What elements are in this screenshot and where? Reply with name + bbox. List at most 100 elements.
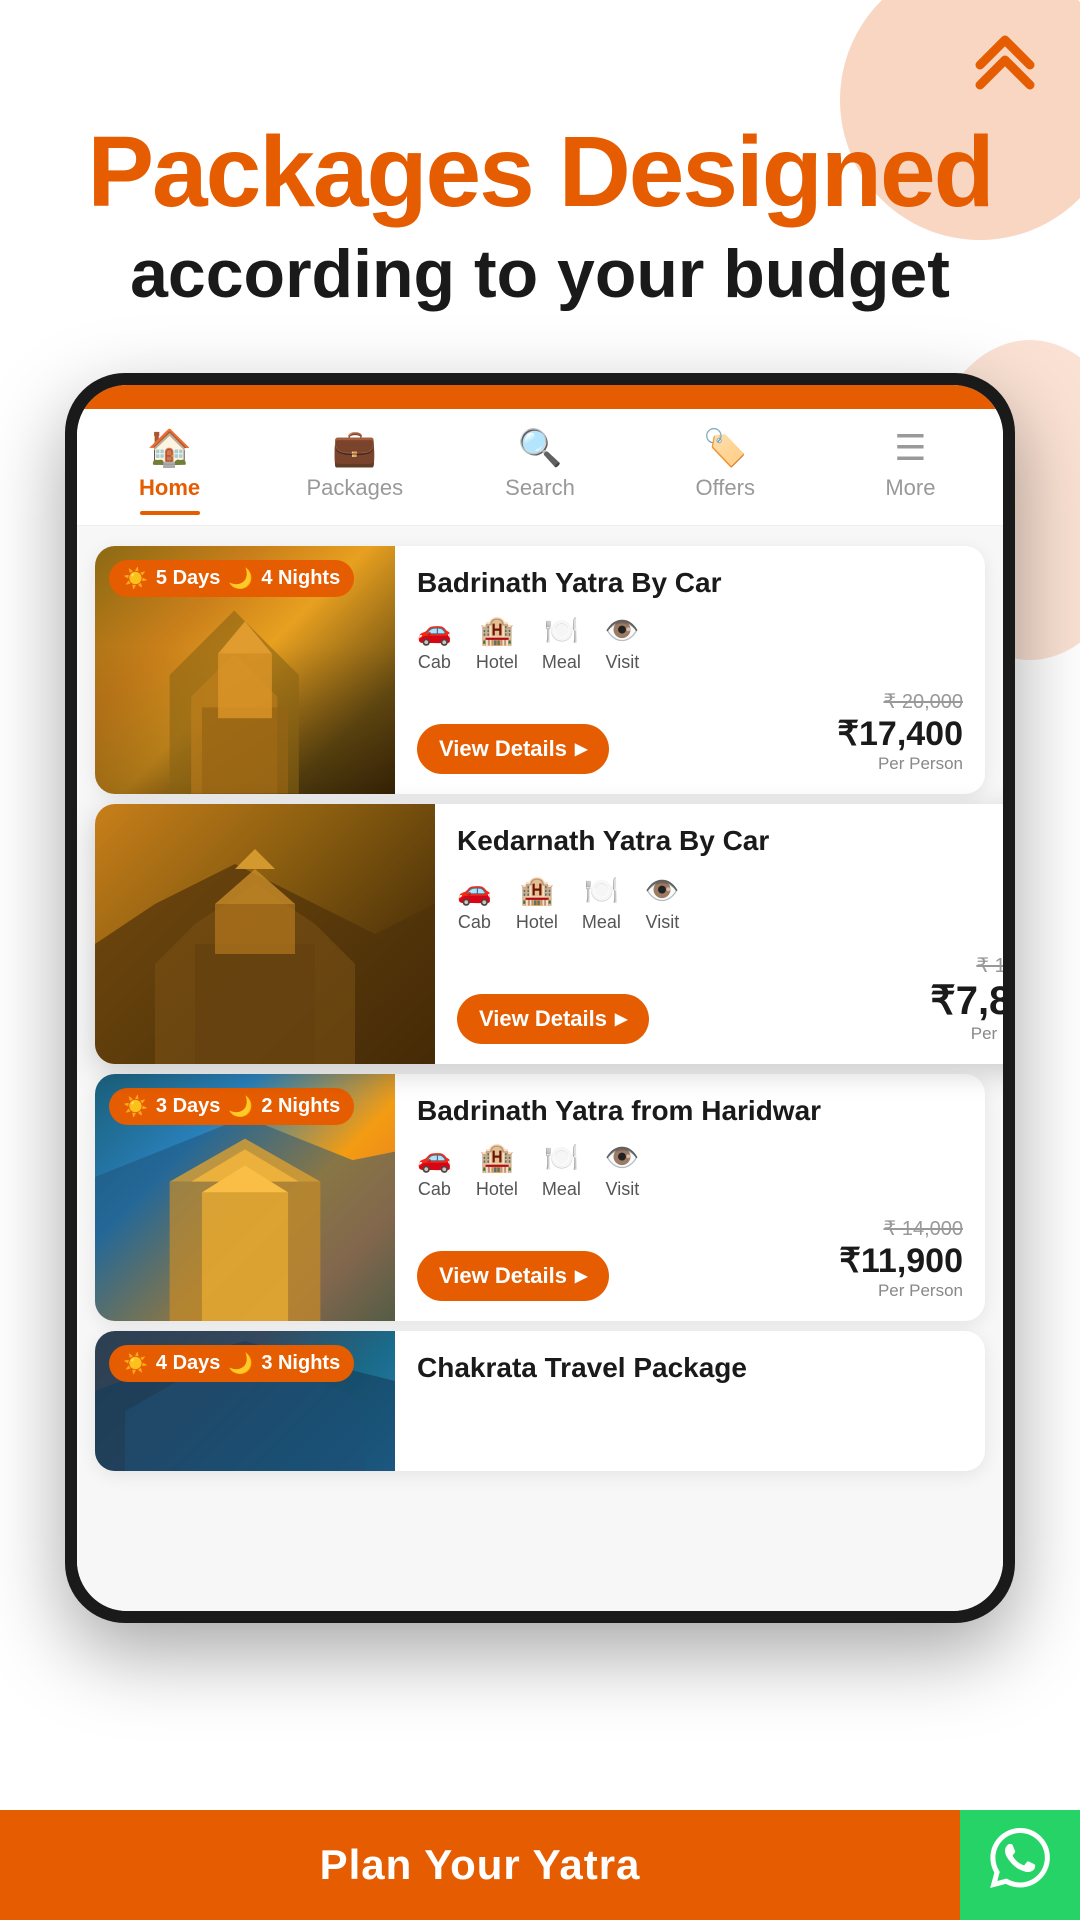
view-details-btn-haridwar[interactable]: View Details xyxy=(417,1251,609,1301)
price-row-haridwar: View Details ₹ 14,000 ₹11,900 Per Person xyxy=(417,1216,963,1301)
sale-price-kedarnath: ₹7,800 xyxy=(930,978,1003,1024)
cab-label-h: Cab xyxy=(418,1179,451,1200)
nav-packages-label: Packages xyxy=(306,475,403,501)
amenity-cab: 🚗 Cab xyxy=(417,614,452,673)
amenity-meal: 🍽️ Meal xyxy=(542,614,581,673)
nav-search-label: Search xyxy=(505,475,575,501)
package-info-chakrata: Chakrata Travel Package xyxy=(395,1331,985,1471)
phone-screen: 🏠 Home 💼 Packages 🔍 Search 🏷️ Offers xyxy=(77,385,1003,1611)
sun-icon-4: ☀️ xyxy=(123,1351,148,1376)
cab-icon-h: 🚗 xyxy=(417,1141,452,1174)
nav-packages[interactable]: 💼 Packages xyxy=(262,427,447,515)
hotel-icon-h: 🏨 xyxy=(479,1141,514,1174)
amenity-meal-k: 🍽️ Meal xyxy=(582,874,621,933)
package-amenities-kedarnath: 🚗 Cab 🏨 Hotel 🍽️ Meal xyxy=(457,874,1003,933)
package-title-kedarnath: Kedarnath Yatra By Car xyxy=(457,824,1003,858)
price-row-card1: View Details ₹ 20,000 ₹17,400 Per Person xyxy=(417,689,963,774)
amenity-cab-k: 🚗 Cab xyxy=(457,874,492,933)
header-subtitle: according to your budget xyxy=(60,235,1020,313)
meal-icon-h: 🍽️ xyxy=(544,1141,579,1174)
nav-search[interactable]: 🔍 Search xyxy=(447,427,632,515)
hotel-label: Hotel xyxy=(476,652,518,673)
app-topbar xyxy=(77,385,1003,409)
nav-more[interactable]: ☰ More xyxy=(818,427,1003,515)
nav-offers[interactable]: 🏷️ Offers xyxy=(633,427,818,515)
days-badge-card1: ☀️ 5 Days 🌙 4 Nights xyxy=(109,560,354,597)
home-icon: 🏠 xyxy=(147,427,192,469)
visit-icon-k: 👁️ xyxy=(645,874,680,907)
meal-label: Meal xyxy=(542,652,581,673)
visit-label: Visit xyxy=(606,652,640,673)
price-section-card1: ₹ 20,000 ₹17,400 Per Person xyxy=(837,689,963,774)
original-price-kedarnath: ₹ 10,000 xyxy=(930,953,1003,978)
moon-icon: 🌙 xyxy=(228,566,253,591)
view-details-btn-kedarnath[interactable]: View Details xyxy=(457,994,649,1044)
original-price-card1: ₹ 20,000 xyxy=(837,689,963,714)
whatsapp-button[interactable] xyxy=(960,1810,1080,1920)
package-title-haridwar: Badrinath Yatra from Haridwar xyxy=(417,1094,963,1128)
header-section: Packages Designed according to your budg… xyxy=(0,0,1080,353)
package-image-kedarnath xyxy=(95,804,435,1064)
package-card-chakrata: ☀️ 4 Days 🌙 3 Nights Chakrata Travel Pac… xyxy=(95,1331,985,1471)
package-info-kedarnath: Kedarnath Yatra By Car 🚗 Cab 🏨 Hotel xyxy=(435,804,1003,1064)
up-arrows-icon xyxy=(970,30,1040,110)
visit-icon-h: 👁️ xyxy=(605,1141,640,1174)
hotel-icon: 🏨 xyxy=(479,614,514,647)
amenity-hotel-k: 🏨 Hotel xyxy=(516,874,558,933)
packages-icon: 💼 xyxy=(332,427,377,469)
original-price-haridwar: ₹ 14,000 xyxy=(839,1216,963,1241)
nights-text-card1: 4 Nights xyxy=(261,567,340,590)
hotel-label-h: Hotel xyxy=(476,1179,518,1200)
package-amenities-card1: 🚗 Cab 🏨 Hotel 🍽️ Meal xyxy=(417,614,963,673)
header-title: Packages Designed xyxy=(60,120,1020,225)
nights-text-card4: 3 Nights xyxy=(261,1352,340,1375)
visit-icon: 👁️ xyxy=(605,614,640,647)
whatsapp-icon xyxy=(990,1828,1050,1902)
moon-icon-3: 🌙 xyxy=(228,1094,253,1119)
view-details-btn-card1[interactable]: View Details xyxy=(417,724,609,774)
amenity-visit-k: 👁️ Visit xyxy=(645,874,680,933)
cab-label: Cab xyxy=(418,652,451,673)
days-text-card3: 3 Days xyxy=(156,1095,221,1118)
per-person-kedarnath: Per Person xyxy=(930,1024,1003,1044)
amenity-hotel: 🏨 Hotel xyxy=(476,614,518,673)
nav-offers-label: Offers xyxy=(695,475,755,501)
more-icon: ☰ xyxy=(894,427,926,469)
package-title-chakrata: Chakrata Travel Package xyxy=(417,1351,963,1385)
amenity-hotel-h: 🏨 Hotel xyxy=(476,1141,518,1200)
bottom-navigation: 🏠 Home 💼 Packages 🔍 Search 🏷️ Offers xyxy=(77,409,1003,526)
nights-text-card3: 2 Nights xyxy=(261,1095,340,1118)
price-section-kedarnath: ₹ 10,000 ₹7,800 Per Person xyxy=(930,953,1003,1044)
meal-label-h: Meal xyxy=(542,1179,581,1200)
package-info-badrinath-car: Badrinath Yatra By Car 🚗 Cab 🏨 Hotel xyxy=(395,546,985,794)
amenity-meal-h: 🍽️ Meal xyxy=(542,1141,581,1200)
sun-icon-3: ☀️ xyxy=(123,1094,148,1119)
package-image-chakrata: ☀️ 4 Days 🌙 3 Nights xyxy=(95,1331,395,1471)
per-person-haridwar: Per Person xyxy=(839,1281,963,1301)
search-icon: 🔍 xyxy=(518,427,563,469)
sale-price-card1: ₹17,400 xyxy=(837,714,963,754)
days-text-card4: 4 Days xyxy=(156,1352,221,1375)
days-badge-card4: ☀️ 4 Days 🌙 3 Nights xyxy=(109,1345,354,1382)
price-row-kedarnath: View Details ₹ 10,000 ₹7,800 Per Person xyxy=(457,953,1003,1044)
meal-label-k: Meal xyxy=(582,912,621,933)
plan-yatra-button[interactable]: Plan Your Yatra xyxy=(0,1810,960,1920)
nav-home[interactable]: 🏠 Home xyxy=(77,427,262,515)
moon-icon-4: 🌙 xyxy=(228,1351,253,1376)
days-text-card1: 5 Days xyxy=(156,567,221,590)
phone-mockup: 🏠 Home 💼 Packages 🔍 Search 🏷️ Offers xyxy=(65,373,1015,1623)
package-image-badrinath-car: ☀️ 5 Days 🌙 4 Nights xyxy=(95,546,395,794)
cab-icon-k: 🚗 xyxy=(457,874,492,907)
price-section-haridwar: ₹ 14,000 ₹11,900 Per Person xyxy=(839,1216,963,1301)
phone-frame: 🏠 Home 💼 Packages 🔍 Search 🏷️ Offers xyxy=(65,373,1015,1623)
nav-more-label: More xyxy=(885,475,935,501)
days-badge-card3: ☀️ 3 Days 🌙 2 Nights xyxy=(109,1088,354,1125)
bottom-cta-bar: Plan Your Yatra xyxy=(0,1810,1080,1920)
package-amenities-haridwar: 🚗 Cab 🏨 Hotel 🍽️ Meal xyxy=(417,1141,963,1200)
package-image-haridwar: ☀️ 3 Days 🌙 2 Nights xyxy=(95,1074,395,1322)
hotel-label-k: Hotel xyxy=(516,912,558,933)
package-info-haridwar: Badrinath Yatra from Haridwar 🚗 Cab 🏨 Ho… xyxy=(395,1074,985,1322)
per-person-card1: Per Person xyxy=(837,754,963,774)
amenity-visit: 👁️ Visit xyxy=(605,614,640,673)
sale-price-haridwar: ₹11,900 xyxy=(839,1241,963,1281)
